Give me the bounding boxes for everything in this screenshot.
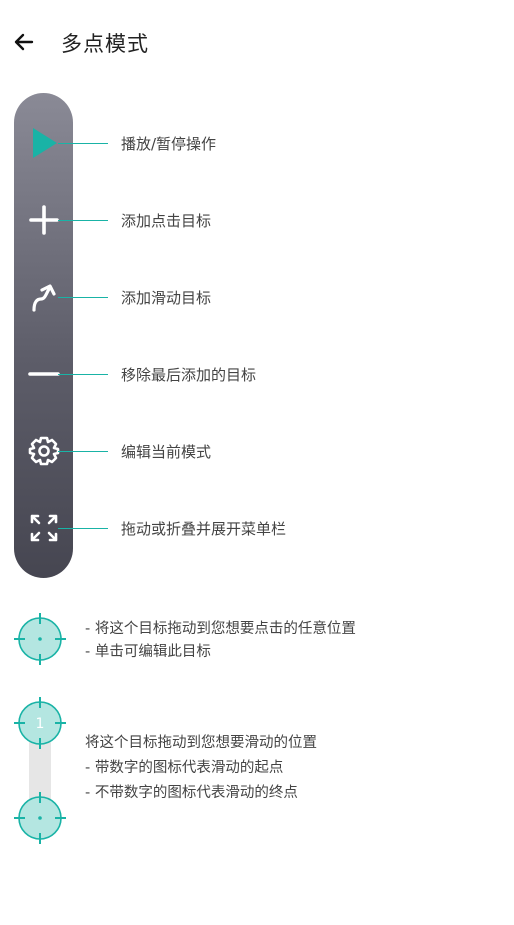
label-edit-mode: 编辑当前模式 [121,443,212,461]
swipe-arrow-icon [31,284,56,312]
swipe-desc-line-1: 将这个目标拖动到您想要滑动的位置 [85,735,317,751]
floating-toolbar [14,93,73,578]
arrow-left-icon [14,33,34,51]
gear-icon [28,436,59,466]
label-add-swipe: 添加滑动目标 [121,289,212,307]
swipe-desc-line-2: - 带数字的图标代表滑动的起点 [85,760,284,776]
swipe-end-target-icon[interactable] [13,791,67,845]
leader-line [58,220,108,221]
swipe-start-target-icon[interactable]: 1 [13,696,67,750]
leader-line [58,143,108,144]
label-drag-collapse: 拖动或折叠并展开菜单栏 [121,520,287,538]
play-icon [32,128,57,158]
click-desc-line-2: - 单击可编辑此目标 [85,644,211,660]
leader-line [58,297,108,298]
label-add-click: 添加点击目标 [121,212,212,230]
back-button[interactable] [8,26,40,58]
swipe-desc-line-3: - 不带数字的图标代表滑动的终点 [85,785,298,801]
page-title: 多点模式 [61,32,149,56]
app-bar: 多点模式 [0,22,514,66]
leader-line [58,451,108,452]
expand-icon [30,514,57,542]
click-target-icon[interactable] [13,612,67,666]
label-play-pause: 播放/暂停操作 [121,135,217,153]
leader-line [58,374,108,375]
status-bar [0,0,514,6]
label-remove-last: 移除最后添加的目标 [121,366,257,384]
click-desc-line-1: - 将这个目标拖动到您想要点击的任意位置 [85,621,356,637]
minus-icon [27,372,60,376]
leader-line [58,528,108,529]
plus-icon [28,205,59,235]
click-target-description: - 将这个目标拖动到您想要点击的任意位置 - 单击可编辑此目标 [85,618,356,664]
swipe-start-number: 1 [36,716,45,732]
swipe-target-description: 将这个目标拖动到您想要滑动的位置 - 带数字的图标代表滑动的起点 - 不带数字的… [85,731,317,806]
